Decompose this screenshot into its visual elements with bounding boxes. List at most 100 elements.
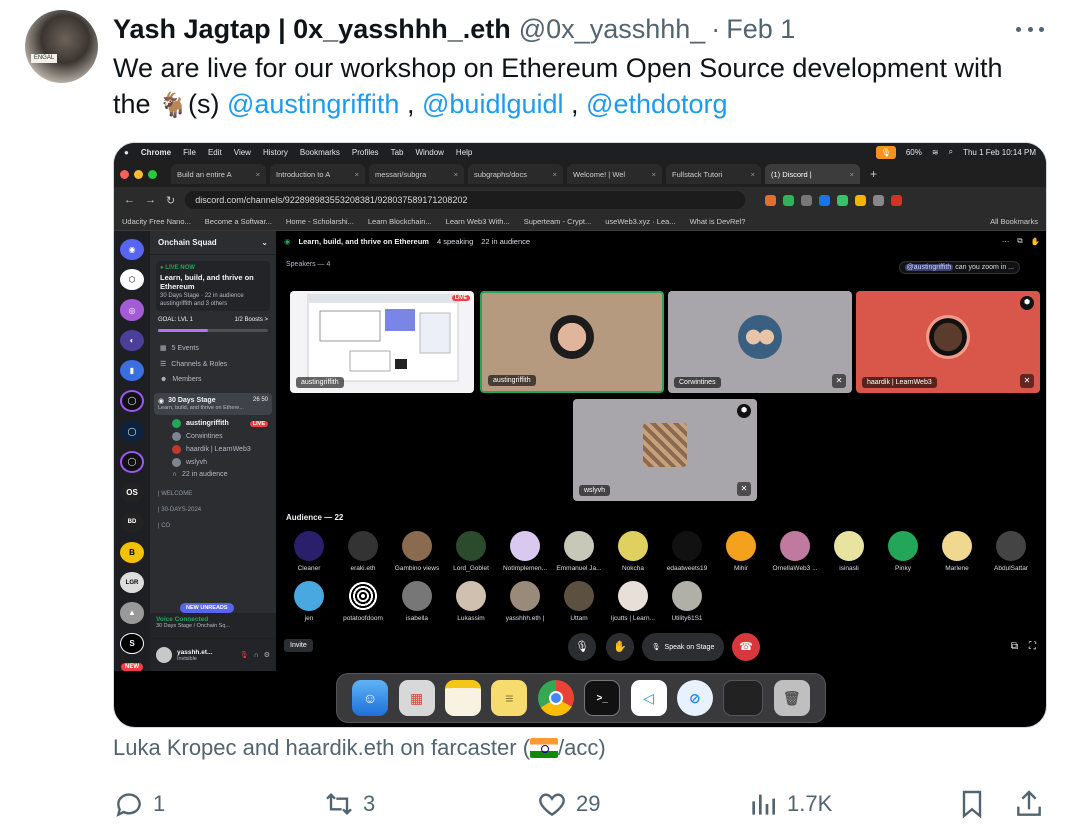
stage-member[interactable]: wslyvh (150, 456, 276, 469)
audience-member[interactable]: Nokcha (606, 531, 660, 572)
menu-bookmarks[interactable]: Bookmarks (300, 148, 340, 157)
extension-icon[interactable] (819, 194, 831, 206)
server-icon[interactable]: B (120, 541, 144, 564)
author-handle[interactable]: @0x_yasshhh_ (519, 14, 706, 45)
bookmark-item[interactable]: Udacity Free Nano... (122, 217, 191, 226)
menu-history[interactable]: History (263, 148, 288, 157)
extension-icon[interactable] (801, 194, 813, 206)
minimize-window-icon[interactable] (134, 169, 143, 179)
menu-file[interactable]: File (183, 148, 196, 157)
chat-message-preview[interactable]: @austingriffith can you zoom in ... (898, 261, 1020, 274)
browser-tab[interactable]: Build an entire A × (171, 164, 266, 184)
menu-profiles[interactable]: Profiles (352, 148, 379, 157)
events-item[interactable]: ▦ 5 Events (150, 340, 276, 356)
audience-member[interactable]: OrnellaWeb3 ... (768, 531, 822, 572)
chrome-icon[interactable] (537, 680, 574, 716)
mention-ethdotorg[interactable]: @ethdotorg (586, 89, 728, 119)
new-unreads-button[interactable]: NEW UNREADS (180, 603, 234, 613)
stage-member[interactable]: austingriffith LIVE (150, 417, 276, 430)
audience-member[interactable]: Lukassim (444, 581, 498, 622)
mic-muted-button[interactable]: 🎙 (568, 633, 596, 661)
bookmark-item[interactable]: Superteam - Crypt... (524, 217, 592, 226)
speaker-tile[interactable]: austingriffith (480, 291, 664, 393)
wifi-icon[interactable]: ≋ (932, 148, 939, 157)
menu-window[interactable]: Window (415, 148, 443, 157)
server-icon[interactable]: S (120, 632, 144, 655)
server-icon[interactable]: LGR (120, 572, 144, 594)
category-30-days[interactable]: | 30-DAYS-2024 (150, 502, 276, 518)
server-icon[interactable]: ◯ (120, 390, 144, 412)
mention-austingriffith[interactable]: @austingriffith (227, 89, 400, 119)
launchpad-icon[interactable]: ▦ (398, 680, 435, 716)
maximize-window-icon[interactable] (148, 169, 157, 179)
server-icon[interactable]: ▮ (120, 359, 144, 382)
extension-icon[interactable] (837, 194, 849, 206)
vscode-icon[interactable]: ◁ (630, 680, 667, 716)
share-button[interactable] (1013, 785, 1045, 823)
all-bookmarks[interactable]: All Bookmarks (990, 217, 1038, 226)
close-tab-icon[interactable]: × (454, 170, 458, 179)
close-tab-icon[interactable]: × (652, 170, 656, 179)
tweet-date[interactable]: Feb 1 (726, 14, 795, 45)
trash-icon[interactable]: 🗑 (773, 680, 810, 716)
reply-button[interactable]: 1 (113, 785, 165, 823)
bookmark-item[interactable]: What is DevRel? (690, 217, 746, 226)
new-tab-icon[interactable]: + (870, 167, 877, 181)
audience-member[interactable]: NotImplemen... (498, 531, 552, 572)
microphone-icon[interactable]: 🎙 (875, 145, 896, 159)
author-avatar[interactable]: ENGAL (25, 10, 98, 83)
audience-member[interactable]: Mihir (714, 531, 768, 572)
server-icon[interactable]: ◐ (120, 329, 144, 351)
server-icon[interactable]: ◯ (120, 420, 144, 442)
extension-icon[interactable] (765, 194, 777, 206)
audience-member[interactable]: Utility61S1 (660, 581, 714, 622)
screenshare-tile[interactable]: LIVE austingriffith (290, 291, 474, 393)
stickies-icon[interactable]: ≡ (491, 680, 528, 716)
extension-icon[interactable] (891, 194, 903, 206)
speaker-tile[interactable]: ⬢ haardik | LearnWeb3 ✕ (856, 291, 1040, 393)
audience-member[interactable]: Gambino views (390, 531, 444, 572)
close-tab-icon[interactable]: × (256, 170, 260, 179)
author-name[interactable]: Yash Jagtap | 0x_yasshhh_.eth (113, 14, 511, 45)
server-icon[interactable]: ◎ (120, 299, 144, 321)
raise-hand-button[interactable]: ✋ (606, 633, 634, 661)
server-icon[interactable]: BD (120, 511, 144, 533)
recent-window-icon[interactable] (723, 680, 764, 716)
menu-tab[interactable]: Tab (391, 148, 404, 157)
server-icon[interactable]: OS (120, 481, 144, 503)
audience-member[interactable]: ljcutts | Learn... (606, 581, 660, 622)
mention-buidlguidl[interactable]: @buidlguidl (422, 89, 564, 119)
audience-member[interactable]: Emmanuel Ja... (552, 531, 606, 572)
bookmark-button[interactable] (956, 785, 988, 823)
close-tab-icon[interactable]: × (553, 170, 557, 179)
audience-member[interactable]: isinasli (822, 531, 876, 572)
mic-muted-icon[interactable]: 🎙 (240, 651, 249, 659)
category-welcome[interactable]: | WELCOME (150, 486, 276, 502)
close-tab-icon[interactable]: × (850, 170, 854, 179)
chevron-down-icon[interactable]: ⌄ (261, 238, 268, 247)
headset-icon[interactable]: ∩ (254, 652, 259, 659)
menu-app-name[interactable]: Chrome (141, 148, 171, 157)
category-co[interactable]: | CO (150, 518, 276, 534)
apple-icon[interactable]: ● (124, 148, 129, 157)
retweet-button[interactable]: 3 (323, 785, 375, 823)
stage-channel-item[interactable]: ◉ 30 Days Stage 26 50 Learn, build, and th… (154, 393, 272, 415)
browser-tab[interactable]: Welcome! | Wel × (567, 164, 662, 184)
audience-member[interactable]: Pinky (876, 531, 930, 572)
settings-gear-icon[interactable]: ⚙ (264, 651, 270, 659)
terminal-icon[interactable]: >_ (584, 680, 621, 716)
bookmark-item[interactable]: Learn Web3 With... (446, 217, 510, 226)
forward-icon[interactable]: → (145, 194, 156, 206)
back-icon[interactable]: ← (124, 194, 135, 206)
discord-home-icon[interactable]: ◉ (120, 239, 144, 261)
bookmark-item[interactable]: Home - Scholarshi... (286, 217, 354, 226)
tweet-media-image[interactable]: ● Chrome File Edit View History Bookmark… (113, 142, 1047, 728)
url-input[interactable]: discord.com/channels/922898983553208381/… (185, 191, 746, 209)
close-window-icon[interactable] (120, 169, 129, 179)
browser-tab[interactable]: messari/subgra × (369, 164, 464, 184)
raise-hand-icon[interactable]: ✋ (1031, 237, 1040, 246)
audience-member[interactable]: Lord_Goblet (444, 531, 498, 572)
audience-member[interactable]: Marlene (930, 531, 984, 572)
extension-icon[interactable] (783, 194, 795, 206)
reload-icon[interactable]: ↻ (166, 194, 175, 207)
